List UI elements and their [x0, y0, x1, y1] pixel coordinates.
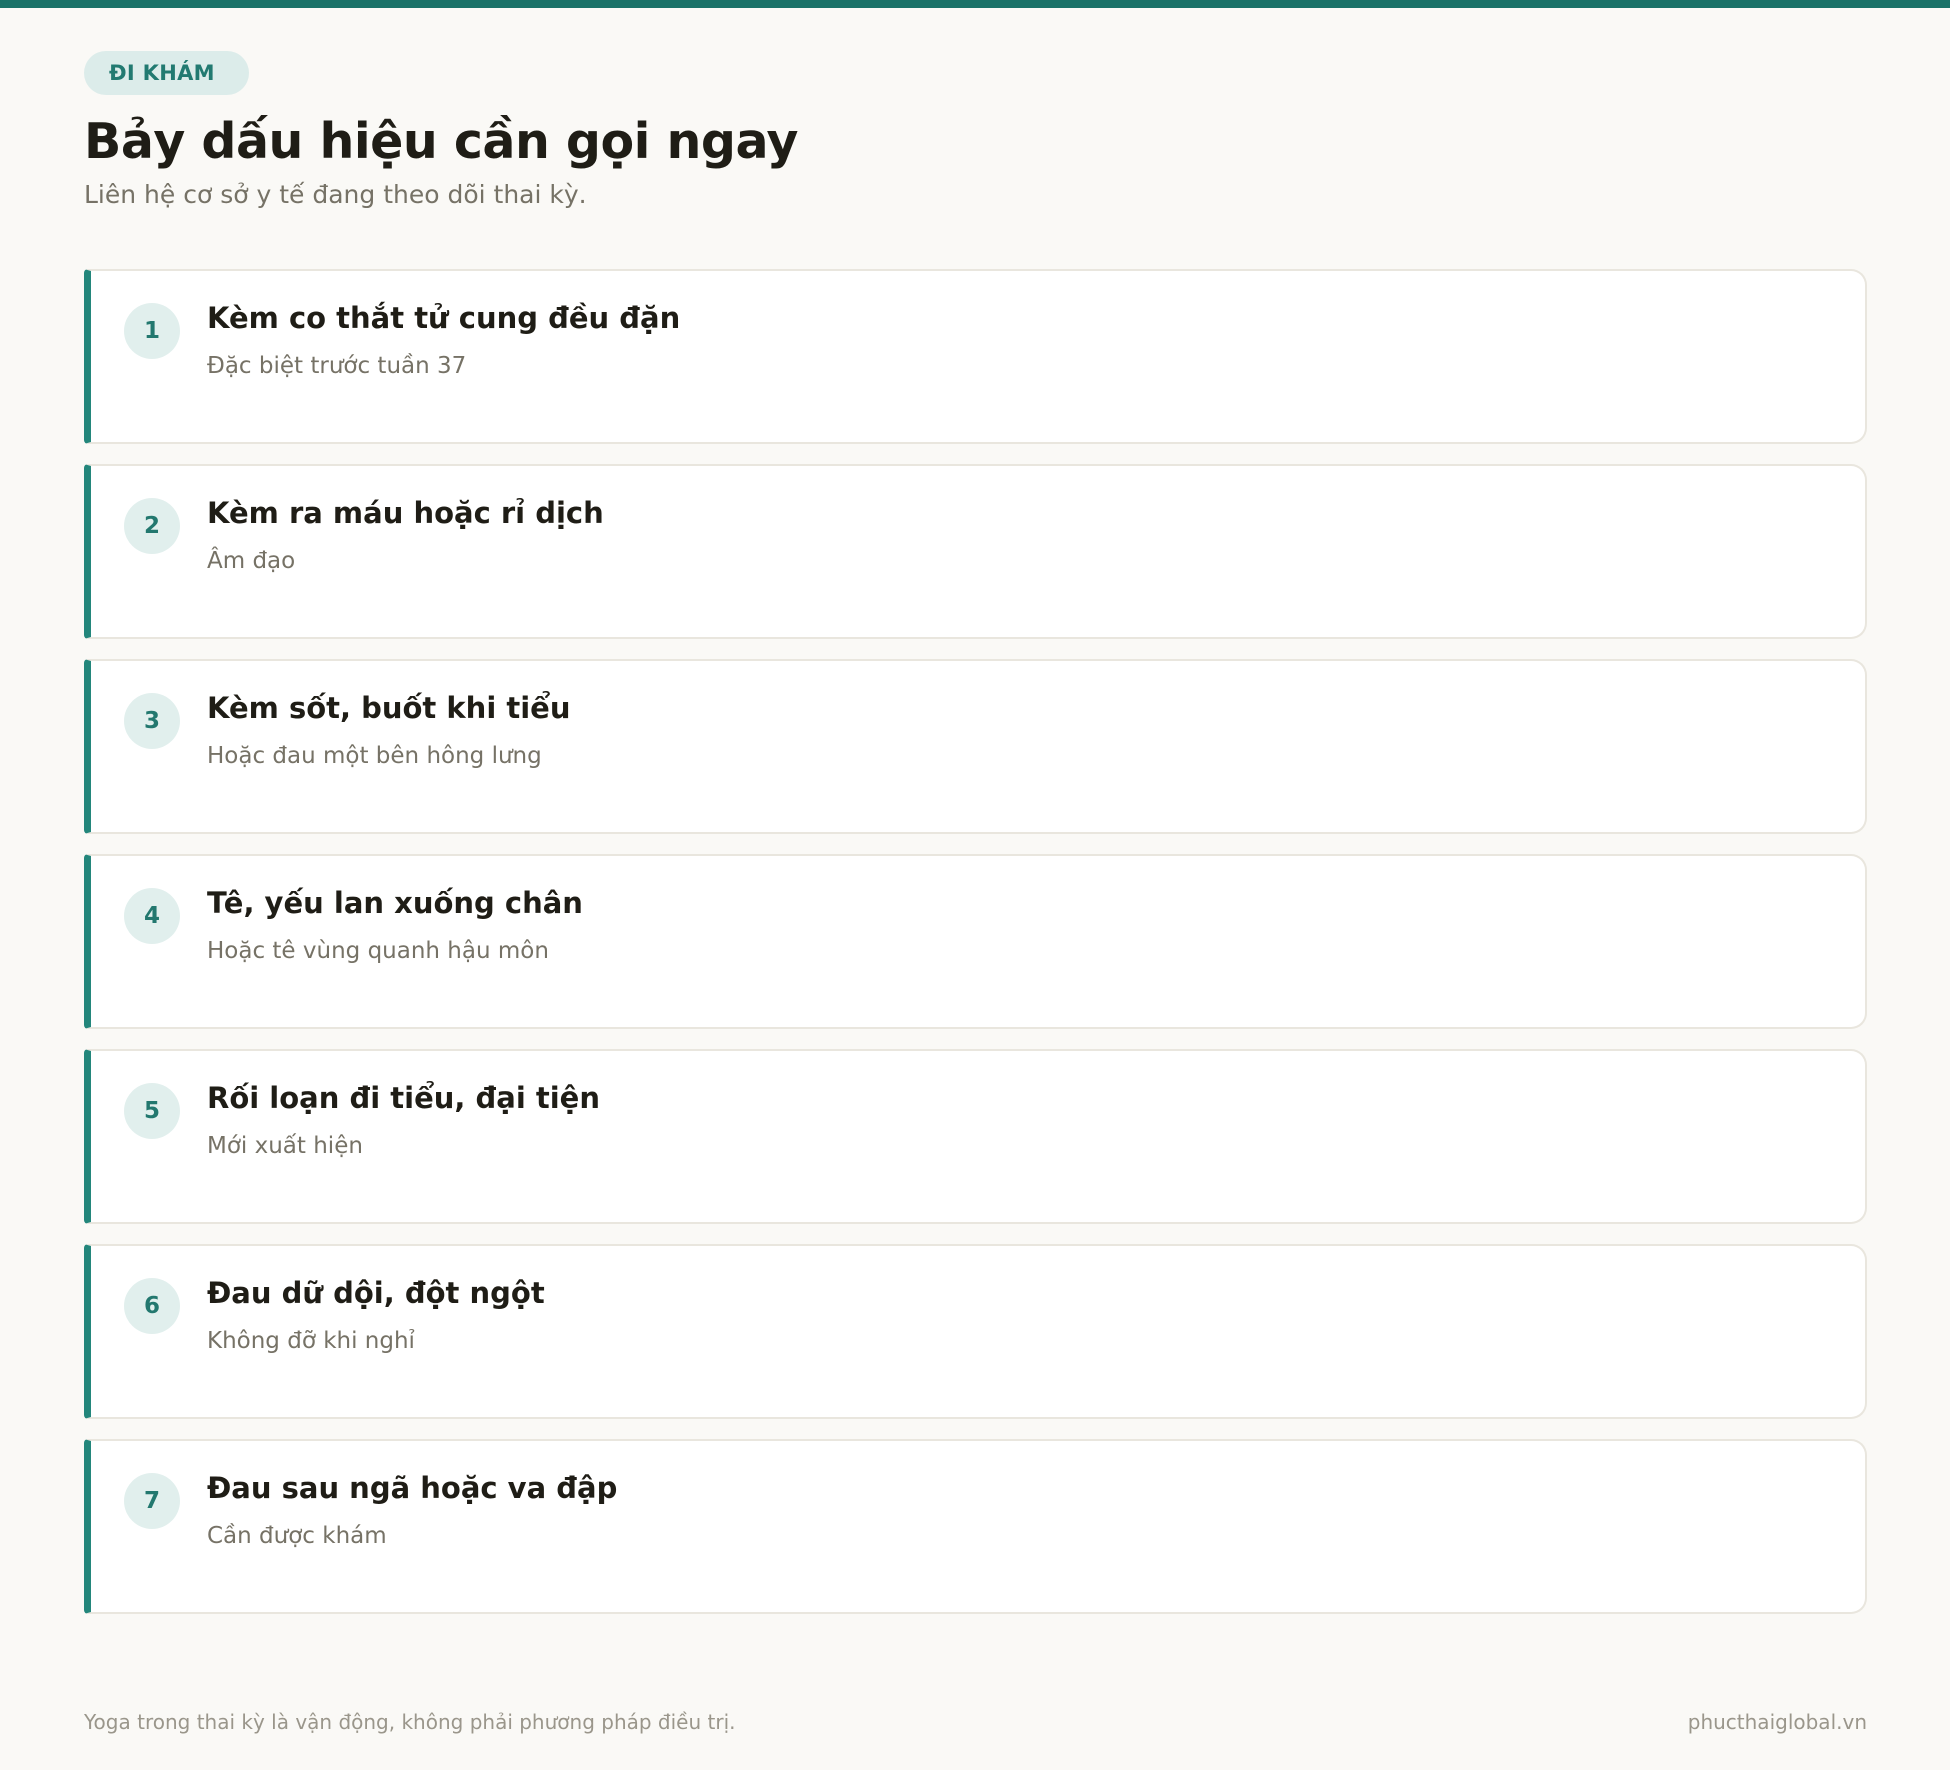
item-number-badge: 7 — [124, 1473, 180, 1529]
item-description: Mới xuất hiện — [207, 1133, 363, 1159]
item-title: Rối loạn đi tiểu, đại tiện — [207, 1081, 600, 1115]
item-description: Đặc biệt trước tuần 37 — [207, 353, 467, 379]
item-title: Đau sau ngã hoặc va đập — [207, 1471, 618, 1505]
warning-sign-card-2: 2 Kèm ra máu hoặc rỉ dịch Âm đạo — [84, 464, 1867, 639]
warning-sign-list: 1 Kèm co thắt tử cung đều đặn Đặc biệt t… — [84, 269, 1867, 1614]
warning-sign-card-5: 5 Rối loạn đi tiểu, đại tiện Mới xuất hi… — [84, 1049, 1867, 1224]
warning-sign-card-7: 7 Đau sau ngã hoặc va đập Cần được khám — [84, 1439, 1867, 1614]
warning-sign-card-1: 1 Kèm co thắt tử cung đều đặn Đặc biệt t… — [84, 269, 1867, 444]
item-description: Hoặc đau một bên hông lưng — [207, 743, 542, 769]
main-content: ĐI KHÁM Bảy dấu hiệu cần gọi ngay Liên h… — [84, 51, 1867, 1634]
footer-site-link[interactable]: phucthaiglobal.vn — [1688, 1710, 1867, 1734]
item-title: Đau dữ dội, đột ngột — [207, 1276, 545, 1310]
page-title: Bảy dấu hiệu cần gọi ngay — [84, 113, 798, 170]
item-title: Kèm sốt, buốt khi tiểu — [207, 691, 571, 725]
item-number-badge: 6 — [124, 1278, 180, 1334]
item-title: Kèm co thắt tử cung đều đặn — [207, 301, 681, 335]
item-title: Tê, yếu lan xuống chân — [207, 886, 583, 920]
item-number-badge: 5 — [124, 1083, 180, 1139]
warning-sign-card-6: 6 Đau dữ dội, đột ngột Không đỡ khi nghỉ — [84, 1244, 1867, 1419]
top-accent-bar — [0, 0, 1950, 8]
item-number-badge: 3 — [124, 693, 180, 749]
warning-sign-card-3: 3 Kèm sốt, buốt khi tiểu Hoặc đau một bê… — [84, 659, 1867, 834]
page-subtitle: Liên hệ cơ sở y tế đang theo dõi thai kỳ… — [84, 180, 587, 209]
category-badge: ĐI KHÁM — [84, 51, 249, 95]
page-footer: Yoga trong thai kỳ là vận động, không ph… — [84, 1710, 1867, 1740]
item-title: Kèm ra máu hoặc rỉ dịch — [207, 496, 604, 530]
item-number-badge: 4 — [124, 888, 180, 944]
item-description: Hoặc tê vùng quanh hậu môn — [207, 938, 549, 964]
item-number-badge: 1 — [124, 303, 180, 359]
item-description: Âm đạo — [207, 548, 296, 574]
footer-disclaimer: Yoga trong thai kỳ là vận động, không ph… — [84, 1710, 736, 1734]
item-number-badge: 2 — [124, 498, 180, 554]
item-description: Cần được khám — [207, 1523, 387, 1549]
warning-sign-card-4: 4 Tê, yếu lan xuống chân Hoặc tê vùng qu… — [84, 854, 1867, 1029]
item-description: Không đỡ khi nghỉ — [207, 1328, 415, 1354]
